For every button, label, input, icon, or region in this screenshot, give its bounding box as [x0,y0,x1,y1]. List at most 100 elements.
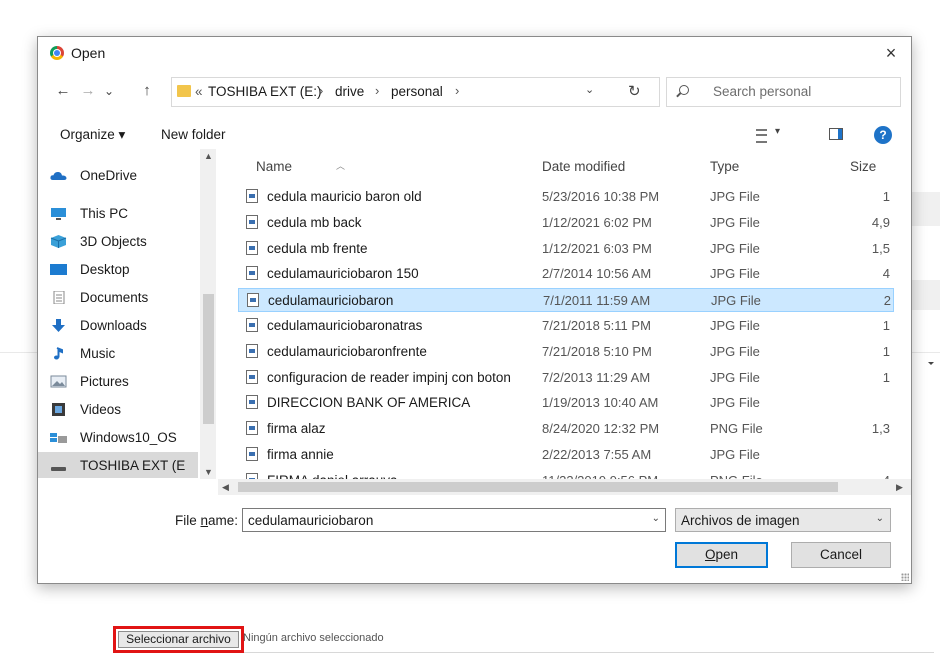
breadcrumb-separator: › [319,83,324,98]
nav-item-this-pc[interactable]: This PC [38,200,198,226]
breadcrumb-overflow[interactable]: « [195,84,203,99]
scroll-left-icon[interactable]: ◀ [222,482,229,493]
back-arrow-icon[interactable]: ← [53,81,73,101]
resize-grip-icon[interactable] [901,573,909,581]
file-row[interactable]: cedulamauriciobaronatras 7/21/2018 5:11 P… [238,314,894,338]
file-date: 7/21/2018 5:11 PM [542,318,651,333]
file-row[interactable]: cedula mb frente 1/12/2021 6:03 PM JPG Fil… [238,237,894,261]
file-row[interactable]: cedulamauriciobaron 150 2/7/2014 10:56 AM… [238,262,894,286]
file-name-dropdown-icon[interactable]: ⌄ [652,513,660,524]
breadcrumb-folder-drive[interactable]: drive [335,84,364,99]
file-row[interactable]: firma annie 2/22/2013 7:55 AM JPG File [238,443,894,467]
address-dropdown-icon[interactable]: ⌄ [585,83,594,96]
horizontal-scroll-thumb[interactable] [238,482,838,492]
cancel-button-label: Cancel [819,547,863,562]
nav-label: TOSHIBA EXT (E [80,458,186,473]
file-size: 1 [882,318,890,333]
command-bar: Organize ▾ New folder ▾ ? [38,121,911,149]
address-bar[interactable]: « TOSHIBA EXT (E:) › drive › personal › … [171,77,660,107]
nav-item-desktop[interactable]: Desktop [38,256,198,282]
breadcrumb-separator: › [455,83,460,98]
file-size: 1,3 [871,421,890,437]
up-arrow-icon[interactable]: ↑ [137,81,157,101]
scroll-up-icon[interactable]: ▲ [204,151,213,161]
file-row[interactable]: cedula mauricio baron old 5/23/2016 10:38… [238,185,894,209]
file-list: Name ︿ Date modified Type Size cedula ma… [238,149,910,479]
open-button-label: Open [704,547,739,562]
file-date: 1/12/2021 6:03 PM [542,240,652,256]
scroll-right-icon[interactable]: ▶ [896,482,903,493]
nav-scrollbar[interactable]: ▲ ▼ [200,149,216,479]
file-type: JPG File [710,447,760,462]
choose-file-button[interactable]: Seleccionar archivo [118,631,239,648]
file-type-filter-value: Archivos de imagen [681,513,800,528]
nav-scroll-thumb[interactable] [203,294,214,424]
nav-item-music[interactable]: Music [38,340,198,366]
drive-icon [50,433,67,443]
nav-item-windows10-os[interactable]: Windows10_OS [38,424,198,450]
column-header-size[interactable]: Size [850,159,876,174]
horizontal-scrollbar[interactable]: ◀ ▶ [218,479,911,495]
file-name: cedulamauriciobaron [268,293,394,309]
file-name: cedula mauricio baron old [267,189,422,204]
file-type-filter-select[interactable]: Archivos de imagen ⌄ [675,508,891,532]
nav-item-videos[interactable]: Videos [38,396,198,422]
nav-item-3d-objects[interactable]: 3D Objects [38,228,198,254]
file-type: JPG File [711,293,761,309]
file-type: JPG File [710,240,760,256]
refresh-icon[interactable]: ↻ [628,82,641,100]
column-header-name[interactable]: Name ︿ [256,159,345,174]
nav-label: This PC [80,206,129,221]
nav-item-documents[interactable]: Documents [38,284,198,310]
file-row[interactable]: DIRECCION BANK OF AMERICA 1/19/2013 10:40… [238,391,894,415]
recent-locations-chevron-icon[interactable]: ⌄ [99,81,119,101]
view-dropdown-icon[interactable]: ▾ [775,126,780,137]
file-date: 7/21/2018 5:10 PM [542,343,652,359]
external-drive-icon [51,467,66,471]
nav-item-toshiba-ext[interactable]: TOSHIBA EXT (E [38,452,198,478]
breadcrumb-drive[interactable]: TOSHIBA EXT (E:) [208,84,322,99]
new-folder-button[interactable]: New folder [161,127,226,142]
file-row[interactable]: configuracion de reader impinj con boton… [238,366,894,390]
search-input[interactable]: Search personal [666,77,901,107]
forward-arrow-icon[interactable]: → [78,81,98,101]
file-row[interactable]: firma alaz 8/24/2020 12:32 PM PNG File 1,3 [238,417,894,441]
image-file-icon [246,189,258,203]
file-date: 1/12/2021 6:02 PM [542,214,652,230]
file-date: 2/22/2013 7:55 AM [542,447,652,462]
file-name: cedulamauriciobaronatras [267,318,423,333]
file-name: cedula mb frente [267,240,368,256]
nav-item-downloads[interactable]: Downloads [38,312,198,338]
file-row[interactable]: cedulamauriciobaronfrente 7/21/2018 5:10 … [238,340,894,364]
image-file-icon [247,293,259,308]
desktop-icon [50,264,67,275]
nav-item-onedrive[interactable]: OneDrive [38,162,198,188]
file-name-field[interactable]: cedulamauriciobaron ⌄ [242,508,666,532]
file-type: JPG File [710,266,760,282]
file-row[interactable]: cedula mb back 1/12/2021 6:02 PM JPG File 4… [238,211,894,235]
organize-menu[interactable]: Organize ▾ [60,127,125,143]
column-header-type[interactable]: Type [710,159,739,174]
preview-pane-icon[interactable] [829,128,843,140]
file-size: 2 [883,293,891,309]
file-date: 8/24/2020 12:32 PM [542,421,660,437]
download-icon [52,319,65,332]
image-file-icon [246,343,258,358]
folder-icon [177,85,191,97]
breadcrumb-folder-personal[interactable]: personal [391,84,443,99]
column-header-date[interactable]: Date modified [542,159,625,174]
open-button[interactable]: Open [675,542,768,568]
nav-label: Desktop [80,262,130,277]
nav-item-pictures[interactable]: Pictures [38,368,198,394]
help-icon[interactable]: ? [874,126,892,144]
filter-dropdown-icon: ⌄ [875,513,884,524]
search-icon [679,85,689,95]
sort-ascending-icon: ︿ [336,161,346,171]
view-options-icon[interactable] [756,129,767,143]
dialog-titlebar: Open × [38,37,911,69]
file-row[interactable]: cedulamauriciobaron 7/1/2011 11:59 AM JPG … [238,288,894,313]
close-button[interactable]: × [871,37,911,69]
file-row[interactable]: FIRMA daniel arrauya11/23/2019 9:56 PMPN… [238,469,894,479]
scroll-down-icon[interactable]: ▼ [204,467,213,477]
cancel-button[interactable]: Cancel [791,542,891,568]
